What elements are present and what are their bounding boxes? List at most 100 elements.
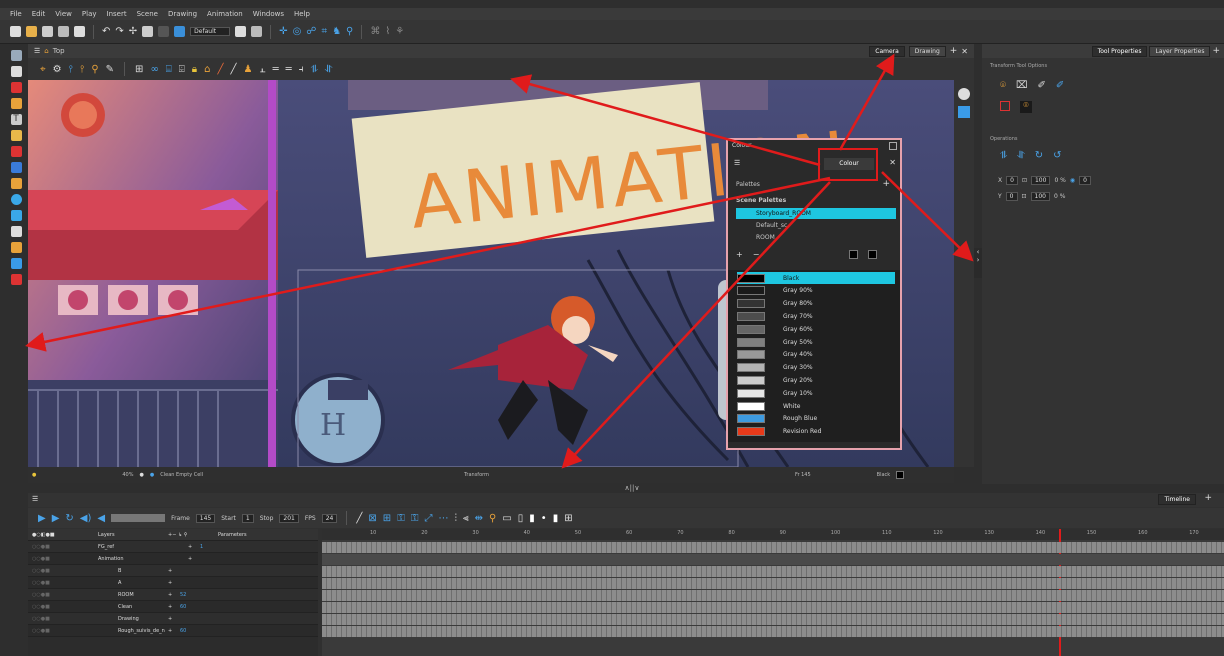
hold-icon[interactable]: ⫷ — [463, 513, 469, 524]
xsheet-row[interactable] — [322, 614, 1224, 625]
safe-area-icon[interactable]: ⌹ — [179, 64, 185, 75]
layer-add-icon[interactable]: + — [168, 580, 180, 586]
keyframe-2-icon[interactable]: ⚿ — [411, 513, 419, 524]
layer-row[interactable]: ○○●■ A + — [28, 577, 318, 589]
node-icon[interactable]: ☍ — [306, 26, 316, 37]
layer-name[interactable]: B — [98, 568, 168, 574]
menu-animation[interactable]: Animation — [207, 10, 243, 18]
layer-toggles-icons[interactable]: ●○◧●■ — [28, 532, 98, 538]
unlock-icon[interactable]: ⌂ — [204, 64, 210, 75]
tab-camera[interactable]: Camera — [869, 45, 905, 57]
colour-tool-icon[interactable] — [10, 274, 22, 285]
frame-ruler[interactable]: 10 20 30 40 50 60 70 80 90 100 110 120 130 140 150 160 1… — [322, 529, 1224, 540]
bone-icon[interactable]: ⚲ — [346, 26, 353, 37]
layer-toggles[interactable]: ○○●■ — [28, 568, 98, 574]
layer-row[interactable]: ○○●■ B + — [28, 565, 318, 577]
line-icon[interactable]: ╱ — [217, 64, 223, 75]
tab-timeline[interactable]: Timeline — [1158, 494, 1196, 505]
align-right-icon[interactable]: ═ — [286, 64, 292, 75]
eraser-tool-icon[interactable] — [10, 130, 22, 141]
timeline-xsheet[interactable]: 10 20 30 40 50 60 70 80 90 100 110 120 130 140 150 160 1… — [322, 529, 1224, 656]
layer-add-icon[interactable]: + — [168, 628, 180, 634]
layer-toggles[interactable]: ○○●■ — [28, 580, 98, 586]
close-view-icon[interactable]: ✕ — [961, 47, 968, 56]
onion-icon[interactable]: ▯ — [518, 513, 524, 524]
layer-row[interactable]: ○○●■ ROOM +52 — [28, 589, 318, 601]
clean-cell-icon[interactable]: ● — [140, 472, 144, 478]
flip-h-icon[interactable]: ⥮ — [1000, 150, 1007, 161]
layer-toggles[interactable]: ○○●■ — [28, 556, 98, 562]
rig-icon[interactable]: ⚘ — [395, 26, 404, 37]
add-swatch-icon[interactable]: + — [736, 250, 743, 259]
tab-drawing[interactable]: Drawing — [908, 45, 946, 57]
stop-motion-icon[interactable]: ⫶ — [454, 513, 457, 524]
layer-name[interactable]: Drawing — [98, 616, 168, 622]
align-left-icon[interactable]: ⫠ — [260, 64, 266, 75]
peg-pin-icon[interactable]: ♟ — [244, 64, 253, 75]
layer-add-icon[interactable]: + — [168, 592, 180, 598]
current-drawing-icon[interactable]: ▮ — [529, 513, 535, 524]
xsheet-row[interactable] — [322, 602, 1224, 613]
add-layer-controls[interactable]: +− ↳ ⚲ — [168, 532, 218, 538]
swatch-item[interactable]: Black — [737, 272, 895, 284]
grid-view-icon[interactable]: ⊞ — [564, 513, 572, 524]
lasso-icon[interactable]: ⌾ — [1000, 80, 1006, 91]
add-panel-icon[interactable]: + — [1212, 46, 1220, 56]
layer-toggles[interactable]: ○○●■ — [28, 628, 98, 634]
ink-swatch-icon[interactable] — [849, 250, 859, 259]
align-center-icon[interactable]: ═ — [273, 64, 279, 75]
pencil-mode-icon[interactable]: ✎ — [106, 64, 114, 75]
save-as-icon[interactable] — [58, 26, 69, 37]
clean-cell-toggle-icon[interactable]: ● — [150, 472, 154, 478]
xsheet-row[interactable] — [322, 590, 1224, 601]
paint-tool-icon[interactable] — [10, 146, 22, 157]
layer-toggles[interactable]: ○○●■ — [28, 592, 98, 598]
light-icon[interactable]: ● — [32, 472, 36, 478]
height-field[interactable]: 100 — [1030, 192, 1050, 201]
peg-add-icon[interactable]: ⚲ — [489, 513, 496, 524]
xsheet-row[interactable] — [322, 542, 1224, 553]
swatch-item[interactable]: Gray 40% — [737, 349, 895, 361]
loop-icon[interactable]: ↻ — [65, 513, 73, 524]
workspace-manager-icon[interactable] — [251, 26, 263, 37]
brush-tool-icon[interactable] — [10, 82, 22, 93]
bone-mode-icon[interactable]: ⫯ — [80, 64, 84, 75]
xsheet-row[interactable] — [322, 566, 1224, 577]
sound-scrub-icon[interactable]: ◀ — [97, 513, 105, 524]
layer-toggles[interactable]: ○○●■ — [28, 616, 98, 622]
settings-icon[interactable]: ⚙ — [53, 64, 62, 75]
draw-icon[interactable]: ╱ — [356, 513, 362, 524]
ink-tool-icon[interactable] — [10, 194, 22, 205]
add-drawing-icon[interactable]: ⊞ — [383, 513, 391, 524]
reset-view-icon[interactable] — [958, 88, 970, 100]
peg-select-icon[interactable]: ✐ — [1056, 80, 1064, 91]
view-splitter[interactable]: ∧||∨ — [612, 484, 652, 493]
layer-row[interactable]: ○○●■ Drawing + — [28, 613, 318, 625]
snap-icon[interactable]: ✐ — [1038, 80, 1046, 91]
layer-add-icon[interactable]: + — [168, 616, 180, 622]
xsheet-row[interactable] — [322, 554, 1224, 565]
pencil-tool-icon[interactable] — [10, 98, 22, 109]
swatch-item[interactable]: Gray 50% — [737, 336, 895, 348]
animate-mode-icon[interactable]: ⌖ — [40, 64, 46, 75]
palette-item-storyboard-room[interactable]: Storyboard_ROOM — [736, 208, 896, 219]
move-icon[interactable]: ✢ — [129, 26, 137, 37]
display-icon[interactable] — [174, 26, 186, 37]
menu-help[interactable]: Help — [294, 10, 310, 18]
menu-view[interactable]: View — [55, 10, 72, 18]
contour-editor-icon[interactable] — [10, 66, 22, 77]
lasso-mode-icon[interactable]: ⌾ — [1020, 101, 1032, 113]
peg-mode-icon[interactable]: ⫯ — [69, 64, 73, 75]
peg-icon[interactable]: ♞ — [332, 26, 341, 37]
transform-tool-icon[interactable] — [10, 258, 22, 269]
swatch-item[interactable]: Gray 80% — [737, 298, 895, 310]
menu-windows[interactable]: Windows — [253, 10, 284, 18]
keyframe-icon[interactable]: ⚿ — [397, 513, 405, 524]
paste-icon[interactable] — [158, 26, 170, 37]
timeline-menu-icon[interactable]: ☰ — [32, 495, 38, 503]
xsheet-row[interactable] — [322, 626, 1224, 637]
light-table-icon[interactable]: ⌸ — [166, 64, 172, 75]
layer-name[interactable]: Rough_suivis_de_n — [98, 628, 168, 634]
menu-icon[interactable]: ☰ — [34, 47, 40, 55]
paint-swatch-icon[interactable] — [868, 250, 878, 259]
